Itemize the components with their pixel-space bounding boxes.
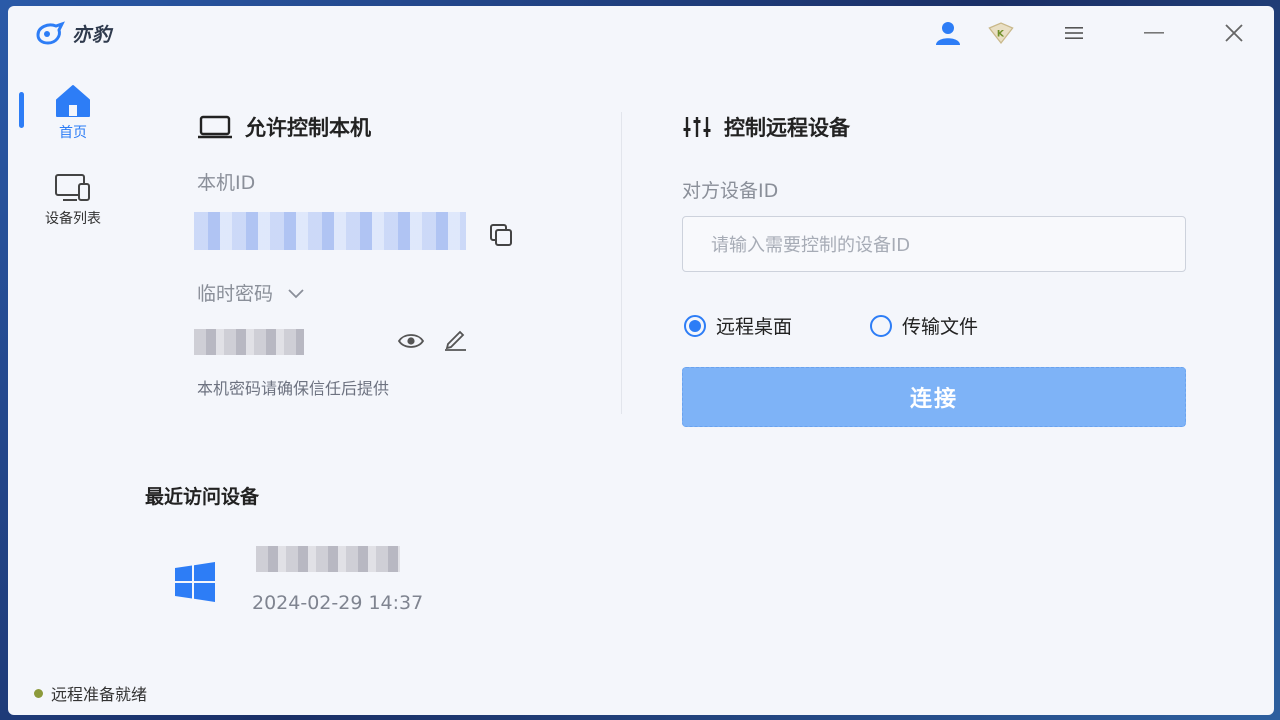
app-window: 亦豹 K 首页 设备列表 允许控制本机 本机ID 临时密码 本机密码请确保信任后… <box>8 6 1274 715</box>
mode-label: 远程桌面 <box>716 316 793 338</box>
vip-badge-icon[interactable]: K <box>986 18 1016 48</box>
chevron-down-icon <box>288 288 304 298</box>
device-id-placeholder: 请输入需要控制的设备ID <box>711 235 911 256</box>
local-id-label: 本机ID <box>197 172 256 194</box>
sidebar-item-label: 首页 <box>59 125 87 141</box>
allow-control-title-text: 允许控制本机 <box>245 116 371 140</box>
temp-password-dropdown[interactable]: 临时密码 <box>197 279 305 306</box>
eye-icon[interactable] <box>396 326 426 356</box>
menu-icon[interactable] <box>1059 18 1089 48</box>
app-name: 亦豹 <box>72 24 113 46</box>
device-id-label: 对方设备ID <box>682 180 779 202</box>
mode-label: 传输文件 <box>902 316 979 338</box>
remote-control-title-text: 控制远程设备 <box>724 116 850 140</box>
leopard-logo-icon <box>36 20 65 45</box>
svg-text:K: K <box>997 28 1005 39</box>
sidebar-item-home[interactable]: 首页 <box>8 84 138 142</box>
remote-control-title: 控制远程设备 <box>682 112 850 142</box>
allow-control-title: 允许控制本机 <box>197 112 371 142</box>
minimize-icon[interactable] <box>1139 18 1169 48</box>
recent-device-time: 2024-02-29 14:37 <box>252 592 424 614</box>
recent-devices-title: 最近访问设备 <box>145 486 260 508</box>
status-bar: 远程准备就绪 <box>34 681 147 705</box>
close-icon[interactable] <box>1219 18 1249 48</box>
copy-icon[interactable] <box>486 220 516 250</box>
home-icon <box>56 85 90 117</box>
status-dot-icon <box>34 688 43 698</box>
recent-device-name-redacted <box>256 546 400 572</box>
temp-password-value-redacted <box>194 329 304 355</box>
radio-selected-icon <box>684 314 706 337</box>
windows-icon <box>175 562 215 602</box>
sliders-icon <box>683 117 711 137</box>
radio-unselected-icon <box>870 314 892 337</box>
app-logo: 亦豹 <box>34 20 112 47</box>
panel-divider <box>621 112 622 414</box>
connect-button[interactable]: 连接 <box>682 367 1186 427</box>
devices-icon <box>55 174 90 201</box>
temp-password-label: 临时密码 <box>197 283 274 305</box>
laptop-icon <box>198 115 232 139</box>
password-hint: 本机密码请确保信任后提供 <box>197 379 390 398</box>
mode-file-transfer[interactable]: 传输文件 <box>870 312 978 339</box>
status-text: 远程准备就绪 <box>51 685 148 704</box>
title-bar: 亦豹 K <box>8 6 1274 58</box>
mode-remote-desktop[interactable]: 远程桌面 <box>684 312 792 339</box>
user-icon[interactable] <box>933 18 963 48</box>
local-id-value-redacted <box>194 212 466 250</box>
edit-icon[interactable] <box>440 324 470 354</box>
sidebar-item-label: 设备列表 <box>45 211 101 227</box>
sidebar-item-devices[interactable]: 设备列表 <box>8 172 138 228</box>
device-id-input[interactable]: 请输入需要控制的设备ID <box>682 216 1186 272</box>
